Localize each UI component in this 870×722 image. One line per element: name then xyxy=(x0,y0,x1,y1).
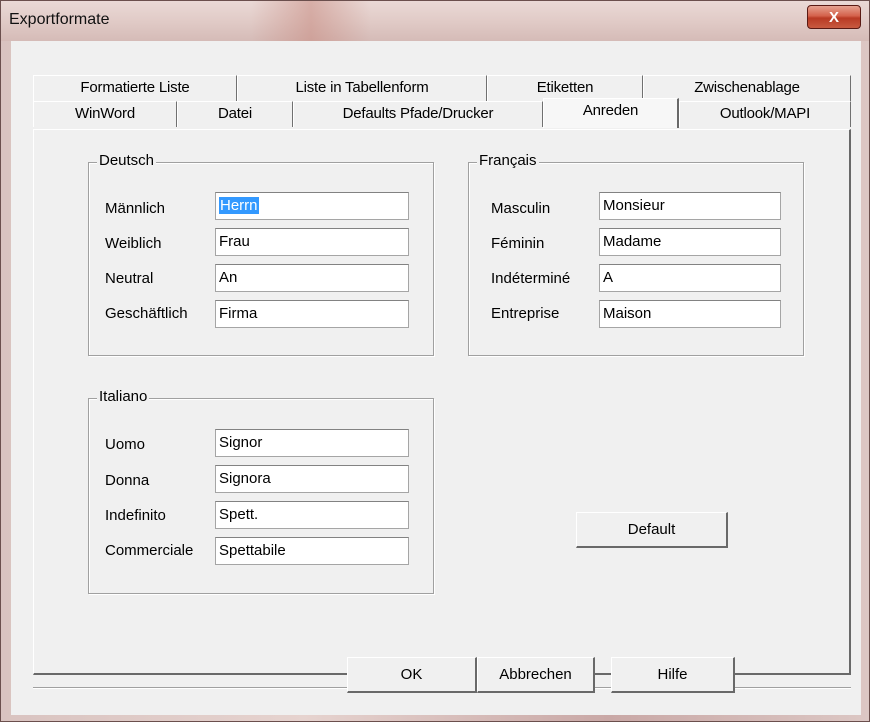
window-title: Exportformate xyxy=(9,11,110,28)
input-uomo[interactable]: Signor xyxy=(215,429,409,457)
label-uomo: Uomo xyxy=(105,436,146,453)
input-geschaeftlich[interactable]: Firma xyxy=(215,300,409,328)
tab-row-back: Formatierte Liste Liste in Tabellenform … xyxy=(11,75,861,101)
tab-defaults-pfade-drucker[interactable]: Defaults Pfade/Drucker xyxy=(293,101,543,127)
close-button[interactable]: X xyxy=(807,5,861,29)
tab-anreden[interactable]: Anreden xyxy=(543,98,679,128)
group-title: Français xyxy=(477,152,539,169)
group-italiano: Italiano Uomo Signor Donna Signora Indef… xyxy=(88,388,434,594)
label-weiblich: Weiblich xyxy=(105,235,162,252)
tab-panel-anreden: Deutsch Männlich Herrn Weiblich Frau Neu… xyxy=(33,129,851,675)
label-maennlich: Männlich xyxy=(105,200,166,217)
group-deutsch: Deutsch Männlich Herrn Weiblich Frau Neu… xyxy=(88,152,434,356)
tab-outlook-mapi[interactable]: Outlook/MAPI xyxy=(679,101,851,127)
input-masculin[interactable]: Monsieur xyxy=(599,192,781,220)
input-maennlich[interactable]: Herrn xyxy=(215,192,409,220)
input-indetermine[interactable]: A xyxy=(599,264,781,292)
tab-row-front: WinWord Datei Defaults Pfade/Drucker Anr… xyxy=(11,98,861,128)
input-indefinito[interactable]: Spett. xyxy=(215,501,409,529)
dialog-window: Exportformate X Formatierte Liste Liste … xyxy=(0,0,870,722)
label-neutral: Neutral xyxy=(105,270,154,287)
label-masculin: Masculin xyxy=(491,200,551,217)
group-title: Italiano xyxy=(97,388,150,405)
label-donna: Donna xyxy=(105,472,150,489)
dialog-client-area: Formatierte Liste Liste in Tabellenform … xyxy=(11,41,861,715)
label-indetermine: Indéterminé xyxy=(491,270,571,287)
cancel-button[interactable]: Abbrechen xyxy=(477,657,595,693)
input-donna[interactable]: Signora xyxy=(215,465,409,493)
group-title: Deutsch xyxy=(97,152,157,169)
input-feminin[interactable]: Madame xyxy=(599,228,781,256)
ok-button[interactable]: OK xyxy=(347,657,477,693)
input-neutral[interactable]: An xyxy=(215,264,409,292)
default-button[interactable]: Default xyxy=(576,512,728,548)
label-geschaeftlich: Geschäftlich xyxy=(105,305,188,322)
tab-winword[interactable]: WinWord xyxy=(33,101,177,127)
tab-datei[interactable]: Datei xyxy=(177,101,293,127)
input-entreprise[interactable]: Maison xyxy=(599,300,781,328)
help-button[interactable]: Hilfe xyxy=(611,657,735,693)
tab-liste-in-tabellenform[interactable]: Liste in Tabellenform xyxy=(237,75,487,101)
group-francais: Français Masculin Monsieur Féminin Madam… xyxy=(468,152,804,356)
input-weiblich[interactable]: Frau xyxy=(215,228,409,256)
title-bar[interactable]: Exportformate X xyxy=(1,1,869,41)
label-indefinito: Indefinito xyxy=(105,507,166,524)
label-feminin: Féminin xyxy=(491,235,545,252)
tab-formatierte-liste[interactable]: Formatierte Liste xyxy=(33,75,237,101)
label-commerciale: Commerciale xyxy=(105,542,194,559)
input-commerciale[interactable]: Spettabile xyxy=(215,537,409,565)
label-entreprise: Entreprise xyxy=(491,305,560,322)
